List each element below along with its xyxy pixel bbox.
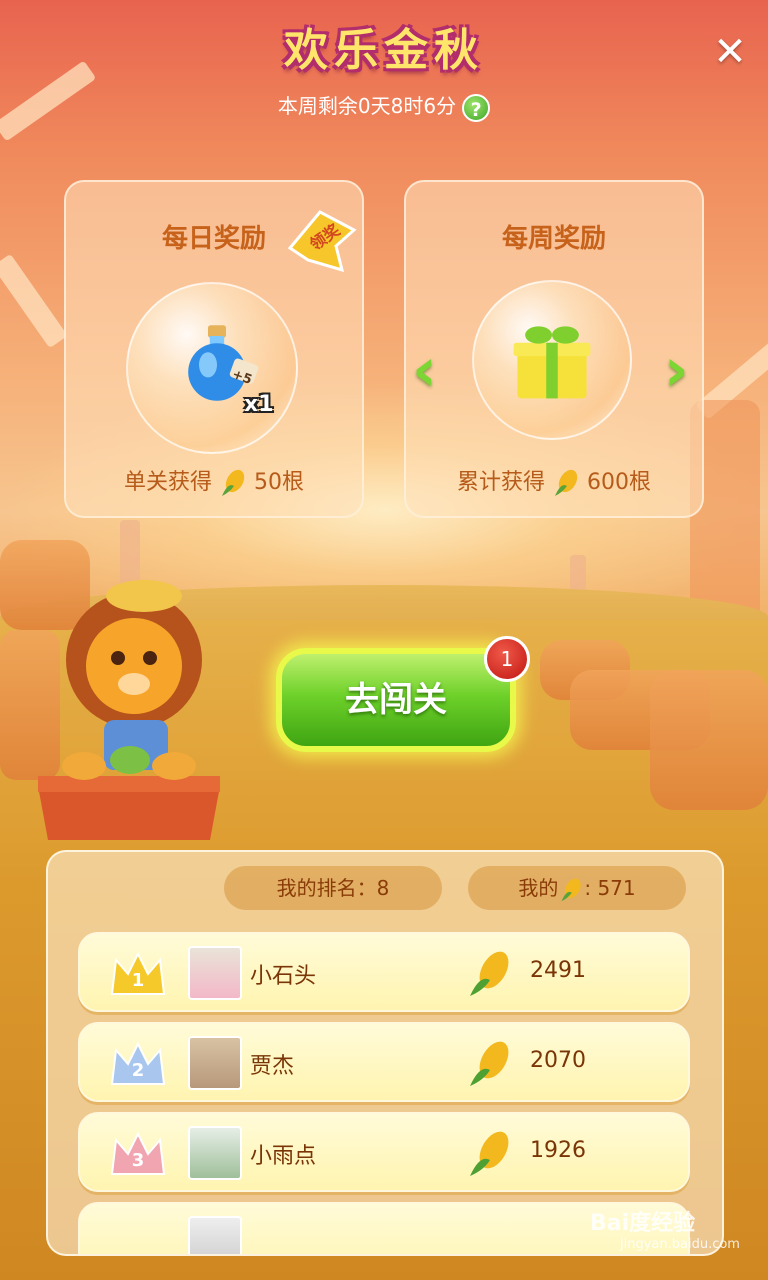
windmill-left-blade xyxy=(0,253,68,349)
help-icon[interactable]: ? xyxy=(462,93,491,122)
watermark: Bai度经验 jingyan.baidu.com xyxy=(590,1205,740,1252)
close-button[interactable]: ✕ xyxy=(708,30,752,74)
avatar[interactable] xyxy=(188,1036,242,1090)
corn-icon xyxy=(555,469,578,496)
bronze-crown-icon: 3 xyxy=(108,1130,168,1178)
leaderboard-panel: 我的排名：8 我的 : 571 1 小石头 2491 2 贾杰 2070 3 小雨… xyxy=(46,850,724,1256)
notification-badge: 1 xyxy=(484,636,530,682)
watermark-brand: Bai度经验 xyxy=(590,1211,696,1236)
my-corn-label: 我的 xyxy=(518,876,559,900)
gift-box-icon xyxy=(513,326,591,399)
weekly-reward-title: 每周奖励 xyxy=(501,224,606,254)
daily-footer-value: 50根 xyxy=(254,470,304,495)
rank-number: 2 xyxy=(131,1060,145,1081)
watermark-url: jingyan.baidu.com xyxy=(620,1237,740,1252)
leaderboard-row[interactable]: 3 小雨点 1926 xyxy=(78,1112,690,1192)
next-reward-arrow-icon[interactable]: › xyxy=(664,340,700,400)
leaderboard-row[interactable]: 1 小石头 2491 xyxy=(78,932,690,1012)
weekly-reward-card: 每周奖励 ‹ › 累计获得 600根 xyxy=(404,180,704,518)
avatar[interactable] xyxy=(188,946,242,1000)
corn-icon xyxy=(561,878,582,901)
silver-crown-icon: 2 xyxy=(108,1040,168,1088)
lion-mascot xyxy=(38,580,220,840)
player-score: 1926 xyxy=(530,1138,586,1163)
my-corn-pill: 我的 : 571 xyxy=(468,866,686,910)
daily-reward-bubble: +5 x1 xyxy=(126,282,298,454)
player-name: 小雨点 xyxy=(250,1144,317,1169)
daily-footer-label: 单关获得 xyxy=(123,470,212,495)
corn-icon xyxy=(470,1131,509,1176)
week-timer: 本周剩余0天8时6分? xyxy=(0,90,768,122)
corn-icon xyxy=(470,1041,509,1086)
weekly-footer-value: 600根 xyxy=(587,470,651,495)
daily-reward-footer: 单关获得 50根 xyxy=(66,464,362,498)
my-corn-value: : 571 xyxy=(584,876,636,900)
page-title: 欢乐金秋 xyxy=(284,25,484,76)
avatar[interactable] xyxy=(188,1126,242,1180)
weekly-reward-bubble xyxy=(472,280,632,440)
gold-crown-icon: 1 xyxy=(108,950,168,998)
leaderboard-row[interactable]: 2 贾杰 2070 xyxy=(78,1022,690,1102)
prev-reward-arrow-icon[interactable]: ‹ xyxy=(412,340,448,400)
avatar[interactable] xyxy=(188,1216,242,1254)
my-rank-text: 我的排名：8 xyxy=(276,876,390,900)
my-rank-pill: 我的排名：8 xyxy=(224,866,442,910)
player-score: 2491 xyxy=(530,958,586,983)
reward-count: x1 xyxy=(244,392,274,417)
timer-text: 本周剩余0天8时6分 xyxy=(277,94,457,118)
player-score: 2070 xyxy=(530,1048,586,1073)
rank-number: 3 xyxy=(131,1150,145,1171)
weekly-reward-footer: 累计获得 600根 xyxy=(406,464,702,498)
weekly-footer-label: 累计获得 xyxy=(456,470,545,495)
start-level-button[interactable]: 去闯关 xyxy=(276,648,516,752)
corn-icon xyxy=(222,469,245,496)
rank-number: 1 xyxy=(131,970,145,991)
player-name: 贾杰 xyxy=(250,1054,295,1079)
daily-reward-card: 每日奖励 领奖 +5 x1 单关获得 50根 xyxy=(64,180,364,518)
corn-icon xyxy=(470,951,509,996)
haybale xyxy=(650,670,768,810)
player-name: 小石头 xyxy=(250,964,317,989)
